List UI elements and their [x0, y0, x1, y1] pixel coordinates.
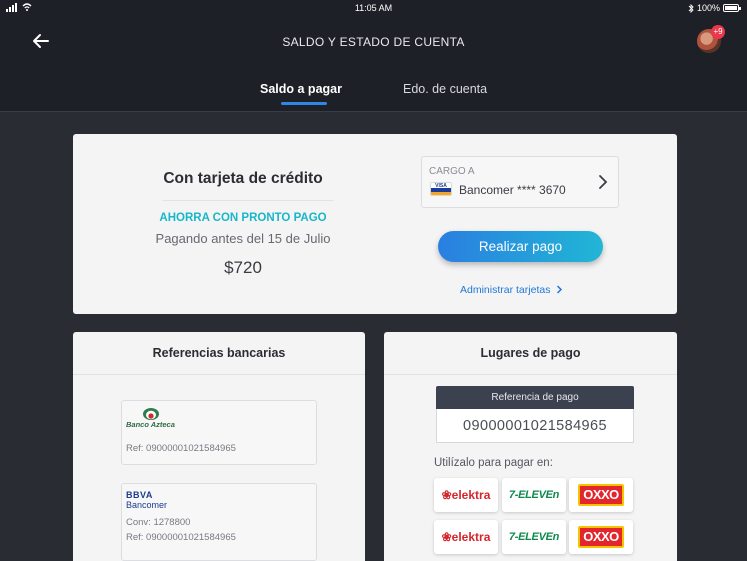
store-oxxo: OXXO	[569, 478, 633, 512]
bbva-logo: BBVA	[126, 490, 153, 500]
status-bar: 11:05 AM 100%	[0, 0, 747, 16]
bbva-subtitle: Bancomer	[126, 500, 168, 510]
bluetooth-icon	[688, 3, 694, 13]
reference-header: Referencia de pago	[436, 386, 634, 409]
divider	[163, 200, 333, 201]
tab-saldo-a-pagar[interactable]: Saldo a pagar	[260, 82, 342, 96]
elektra-logo: ❀elektra	[441, 488, 491, 502]
bank-references-card: Referencias bancarias Banco Azteca Ref: …	[73, 332, 365, 561]
store-7-eleven: 7-ELEVEn	[502, 520, 566, 554]
cargo-label: CARGO A	[429, 166, 475, 177]
battery-percent: 100%	[696, 3, 720, 13]
chevron-right-icon	[599, 175, 608, 189]
notification-badge: +9	[711, 25, 725, 39]
app-header: SALDO Y ESTADO DE CUENTA +9	[0, 16, 747, 68]
banco-azteca-logo-icon	[143, 408, 159, 420]
selected-card-name: Bancomer **** 3670	[459, 183, 566, 197]
promo-label: AHORRA CON PRONTO PAGO	[159, 212, 327, 224]
card-title: Referencias bancarias	[73, 332, 365, 375]
store-elektra: ❀elektra	[434, 520, 498, 554]
oxxo-logo: OXXO	[578, 526, 624, 548]
card-selector[interactable]: CARGO A VISA Bancomer **** 3670	[421, 156, 619, 208]
convenio-number: Conv: 1278800	[126, 517, 191, 528]
status-time: 11:05 AM	[354, 3, 393, 13]
card-title: Lugares de pago	[384, 332, 677, 375]
promo-deadline: Pagando antes del 15 de Julio	[155, 231, 331, 246]
page-title: SALDO Y ESTADO DE CUENTA	[282, 35, 465, 49]
store-elektra: ❀elektra	[434, 478, 498, 512]
elektra-logo: ❀elektra	[441, 530, 491, 544]
bank-name: Banco Azteca	[126, 420, 175, 429]
chevron-right-icon	[557, 285, 563, 294]
store-oxxo: OXXO	[569, 520, 633, 554]
reference-value: 09000001021584965	[436, 409, 634, 443]
active-tab-indicator	[281, 102, 327, 105]
tab-bar: Saldo a pagar Edo. de cuenta	[0, 68, 747, 112]
seven-eleven-logo: 7-ELEVEn	[508, 531, 560, 543]
realizar-pago-button[interactable]: Realizar pago	[438, 231, 603, 262]
payment-summary-card: Con tarjeta de crédito AHORRA CON PRONTO…	[73, 134, 677, 314]
admin-link-label: Administrar tarjetas	[460, 284, 551, 296]
reference-number: Ref: 09000001021584965	[126, 443, 236, 454]
battery-icon	[723, 4, 741, 12]
bank-bbva-reference: BBVA Bancomer Conv: 1278800 Ref: 0900000…	[121, 483, 317, 561]
bank-azteca-reference: Banco Azteca Ref: 09000001021584965	[121, 400, 317, 465]
visa-card-icon: VISA	[430, 182, 452, 196]
tab-edo-de-cuenta[interactable]: Edo. de cuenta	[403, 82, 487, 96]
oxxo-logo: OXXO	[578, 484, 624, 506]
card-title: Con tarjeta de crédito	[163, 170, 323, 187]
store-7-eleven: 7-ELEVEn	[502, 478, 566, 512]
stores-label: Utilízalo para pagar en:	[434, 457, 553, 469]
administrar-tarjetas-link[interactable]: Administrar tarjetas	[460, 284, 563, 296]
payment-places-card: Lugares de pago Referencia de pago 09000…	[384, 332, 677, 561]
amount-due: $720	[224, 258, 262, 277]
reference-number: Ref: 09000001021584965	[126, 532, 236, 543]
seven-eleven-logo: 7-ELEVEn	[508, 489, 560, 501]
